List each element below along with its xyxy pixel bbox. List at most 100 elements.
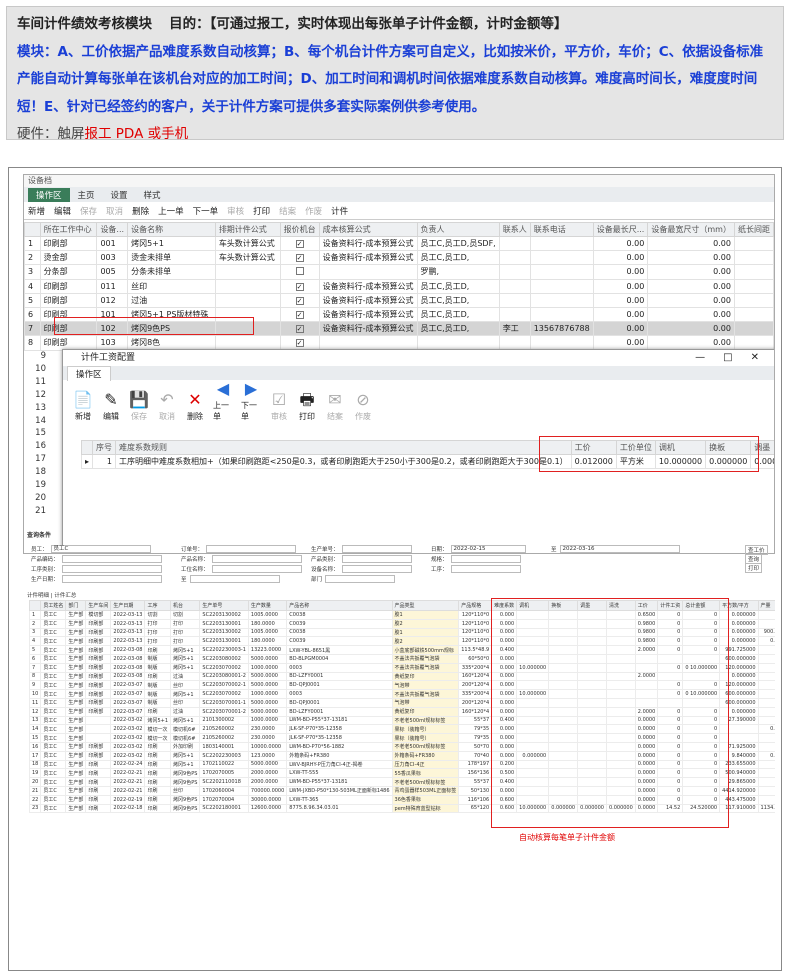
dialog-btn-10[interactable]: ⊘ 作废 [353, 389, 373, 422]
dialog-btn-7[interactable]: ☑ 审核 [269, 389, 289, 422]
dialog-btn-9[interactable]: ✉ 结案 [325, 389, 345, 422]
toolbar-btn-3[interactable]: 取消 [106, 205, 123, 217]
filter-input[interactable] [211, 555, 302, 563]
toolbar-btn-7[interactable]: 审核 [227, 205, 244, 217]
cell: 2022-03-02 [110, 741, 146, 752]
cell: 车头数计算公式 [214, 250, 281, 266]
cell: 2101300002 [199, 715, 249, 726]
filter-input[interactable] [61, 575, 162, 583]
menu-3[interactable]: 样式 [136, 188, 169, 202]
dialog-btn-3[interactable]: ↶ 取消 [157, 389, 177, 422]
cell: 230.0000 [247, 733, 288, 743]
cell: 生产部 [65, 697, 87, 708]
cell: 烤冈9色PS [170, 768, 201, 779]
cell: 烫金部 [39, 250, 98, 266]
cell: 22 [28, 794, 42, 805]
table-row[interactable]: 2 烫金部 003 烫金未排单 车头数计算公式 ✓ 设备资料行-成本预算公式 员工C,员工D,… [24, 250, 774, 266]
filter-input[interactable] [341, 545, 412, 553]
filter-input[interactable] [211, 565, 302, 573]
toolbar-btn-10[interactable]: 作废 [305, 205, 322, 217]
toolbar-btn-8[interactable]: 打印 [253, 205, 270, 217]
quote-checkbox[interactable]: ✓ [295, 339, 304, 348]
report-btn-2[interactable]: 打印 [745, 563, 763, 573]
tool-label: 审核 [271, 412, 287, 421]
tab-summary[interactable]: 计件汇总 [54, 593, 76, 599]
dialog-btn-2[interactable]: 💾 保存 [129, 389, 149, 422]
cell: 1005.0000 [247, 627, 288, 638]
dialog-btn-6[interactable]: ▶ 下一单 [241, 378, 261, 422]
cell [757, 785, 775, 796]
menu-0[interactable]: 操作区 [28, 188, 70, 202]
cell: 模切机6# [170, 733, 201, 743]
quote-checkbox[interactable]: ✓ [295, 311, 304, 320]
tool-label: 作废 [355, 412, 371, 421]
toolbar-btn-9[interactable]: 结案 [279, 205, 296, 217]
toolbar-btn-0[interactable]: 新增 [28, 205, 45, 217]
filter-input[interactable] [450, 565, 521, 573]
cell [279, 264, 320, 280]
table-row[interactable]: 1 印刷部 001 烤冈5+1 车头数计算公式 ✓ 设备资料行-成本预算公式 员工C,员工D,… [24, 235, 774, 252]
cell: 0.00 [592, 321, 649, 337]
filter-input[interactable] [206, 545, 297, 553]
filter-input[interactable] [341, 565, 412, 573]
tab-detail[interactable]: 计件明细 [27, 593, 49, 599]
dialog-btn-5[interactable]: ◀ 上一单 [213, 378, 233, 422]
cell: 2022-02-21 [110, 785, 146, 796]
table-row[interactable]: 4 印刷部 011 丝印 ✓ 设备资料行-成本预算公式 员工C,员工D, 0.00 0.00 [24, 278, 774, 294]
cell [318, 335, 418, 351]
dialog-btn-8[interactable]: 🖶 打印 [297, 389, 317, 422]
cell: 2022-03-08 [110, 662, 146, 673]
cell [757, 733, 775, 743]
cell: 2022-03-07 [110, 706, 146, 717]
filter-input[interactable]: 2022-02-15 [450, 545, 526, 553]
cell: 8775.8.96.34.03.01 [286, 803, 393, 814]
cell: 胶2 [391, 618, 460, 629]
filter-input[interactable] [189, 575, 280, 583]
toolbar-btn-6[interactable]: 下一单 [193, 205, 219, 217]
cell: 50*130 [458, 785, 493, 796]
toolbar-btn-11[interactable]: 计件 [331, 205, 348, 217]
table-row[interactable]: 3 分条部 005 分条未排单 罗鹏, 0.00 0.00 [24, 264, 774, 280]
filter-input[interactable] [61, 555, 162, 563]
dialog-btn-4[interactable]: ✕ 删除 [185, 389, 205, 422]
cell: 不盖法共扳覆气泡袋 [391, 689, 460, 699]
toolbar-btn-5[interactable]: 上一单 [158, 205, 184, 217]
filter-input[interactable] [341, 555, 412, 563]
cell: 15 [28, 733, 42, 743]
menu-2[interactable]: 设置 [103, 188, 136, 202]
filter-input[interactable] [61, 565, 162, 573]
quote-checkbox[interactable]: ✓ [295, 240, 304, 249]
toolbar-btn-4[interactable]: 删除 [132, 205, 149, 217]
cell: 2 [28, 618, 42, 629]
quote-checkbox[interactable]: ✓ [295, 325, 304, 334]
col-header: 产量 [757, 600, 775, 611]
menu-1[interactable]: 主页 [70, 188, 103, 202]
filter-input[interactable] [450, 555, 521, 563]
cell: 335*200*4 [458, 689, 493, 699]
dialog-btn-0[interactable]: 📄 新增 [73, 389, 93, 422]
window-controls[interactable]: —□✕ [695, 350, 774, 366]
quote-checkbox[interactable]: ✓ [295, 296, 304, 305]
filter-13: 生产日期： [31, 575, 162, 583]
tool-icon: ↶ [160, 390, 174, 409]
toolbar-btn-1[interactable]: 编辑 [54, 205, 71, 217]
cell: 0.00 [647, 264, 735, 280]
filter-input[interactable]: 2022-03-16 [559, 545, 680, 553]
cell: 烤冈5+1 [170, 689, 201, 699]
cell: 9 [28, 680, 42, 691]
quote-checkbox[interactable] [295, 266, 304, 275]
cell: SC2202110018 [199, 777, 249, 787]
cell: 印刷 [144, 645, 172, 655]
tab-operations[interactable]: 操作区 [67, 366, 111, 381]
quote-checkbox[interactable]: ✓ [295, 282, 304, 291]
row-number: 15 [35, 428, 46, 439]
dialog-btn-1[interactable]: ✎ 编辑 [101, 389, 121, 422]
table-row[interactable]: 8 印刷部 103 烤冈8色 ✓ 0.00 0.00 [24, 335, 774, 351]
filter-input[interactable] [325, 575, 396, 583]
row-number: 14 [35, 415, 46, 426]
row-number: 9 [40, 351, 46, 361]
quote-checkbox[interactable]: ✓ [295, 254, 304, 263]
toolbar-btn-2[interactable]: 保存 [80, 205, 97, 217]
filter-input[interactable]: 员工C [50, 545, 151, 553]
table-row[interactable]: 5 印刷部 012 过油 ✓ 设备资料行-成本预算公式 员工C,员工D, 0.00 0.00 [24, 292, 774, 308]
